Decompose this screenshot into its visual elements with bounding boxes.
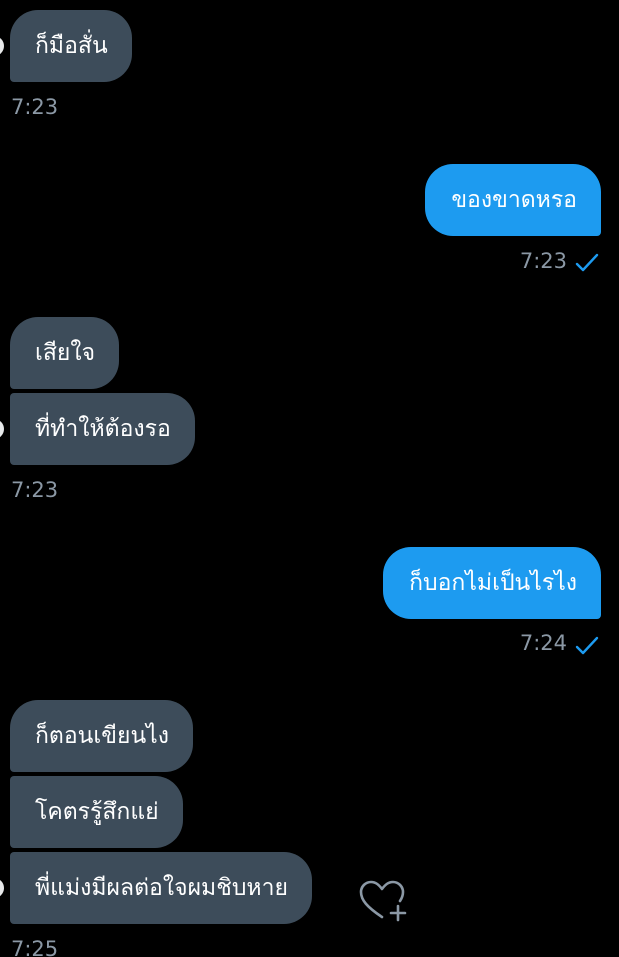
avatar[interactable] (0, 36, 4, 56)
message-text: ของขาดหรอ (451, 186, 577, 213)
chat-conversation: ก็มือสั่น 7:23 ของขาดหรอ 7:23 เสียใจ ที่… (0, 0, 619, 957)
message-bubble-incoming[interactable]: เสียใจ (10, 317, 120, 389)
message-text: โคตรรู้สึกแย่ (35, 798, 159, 825)
message-text: ก็ตอนเขียนไง (35, 722, 169, 749)
message-text: ที่ทำให้ต้องรอ (35, 415, 171, 442)
message-timestamp: 7:23 (519, 249, 567, 273)
heart-add-icon[interactable] (358, 879, 408, 923)
message-bubble-incoming[interactable]: ที่ทำให้ต้องรอ (10, 393, 195, 465)
message-timestamp: 7:25 (11, 937, 59, 957)
message-bubble-incoming[interactable]: ก็มือสั่น (10, 10, 132, 82)
avatar[interactable] (0, 878, 4, 898)
message-text: ก็มือสั่น (35, 32, 108, 59)
avatar[interactable] (0, 419, 4, 439)
message-bubble-outgoing[interactable]: ของขาดหรอ (425, 164, 601, 236)
message-text: ก็บอกไม่เป็นไรไง (409, 569, 577, 596)
check-icon (575, 253, 599, 272)
message-text: เสียใจ (35, 339, 96, 366)
message-bubble-incoming[interactable]: พี่แม่งมีผลต่อใจผมชิบหาย (10, 852, 312, 924)
message-timestamp: 7:24 (519, 631, 567, 655)
message-bubble-incoming[interactable]: โคตรรู้สึกแย่ (10, 776, 183, 848)
check-icon (575, 636, 599, 655)
message-bubble-outgoing[interactable]: ก็บอกไม่เป็นไรไง (383, 547, 601, 619)
message-timestamp: 7:23 (11, 478, 59, 502)
message-text: พี่แม่งมีผลต่อใจผมชิบหาย (35, 874, 288, 901)
message-bubble-incoming[interactable]: ก็ตอนเขียนไง (10, 700, 193, 772)
message-timestamp: 7:23 (11, 95, 59, 119)
